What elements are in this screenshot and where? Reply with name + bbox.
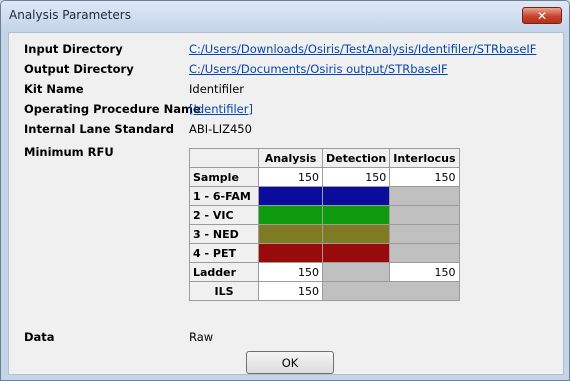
row-header-ladder: Ladder <box>189 262 259 282</box>
row-header-sample: Sample <box>189 167 259 187</box>
input-directory-label: Input Directory <box>24 42 123 56</box>
analysis-parameters-dialog: Analysis Parameters ✕ Input Directory C:… <box>0 0 570 381</box>
kit-name-label: Kit Name <box>24 82 84 96</box>
table-row-vic: 2 - VIC <box>189 205 460 225</box>
minimum-rfu-table: Analysis Detection Interlocus Sample 150… <box>189 148 460 301</box>
table-row-sample: Sample 150 150 150 <box>189 167 460 187</box>
operating-procedure-link[interactable]: [Identifiler] <box>189 102 253 116</box>
minimum-rfu-label: Minimum RFU <box>24 145 114 159</box>
close-button[interactable]: ✕ <box>522 7 562 24</box>
internal-lane-standard-label: Internal Lane Standard <box>24 122 175 136</box>
ned-detection-cell[interactable] <box>321 224 391 244</box>
ladder-interlocus-cell[interactable]: 150 <box>389 262 460 282</box>
vic-detection-cell[interactable] <box>321 205 391 225</box>
table-row-ladder: Ladder 150 150 <box>189 262 460 282</box>
table-row-ned: 3 - NED <box>189 224 460 244</box>
table-row-6-fam: 1 - 6-FAM <box>189 186 460 206</box>
vic-interlocus-cell <box>389 205 460 225</box>
column-header-analysis: Analysis <box>258 148 323 168</box>
output-directory-link[interactable]: C:/Users/Documents/Osiris output/STRbase… <box>189 62 448 76</box>
close-icon: ✕ <box>536 9 548 23</box>
ned-interlocus-cell <box>389 224 460 244</box>
column-header-interlocus: Interlocus <box>389 148 460 168</box>
sample-detection-cell[interactable]: 150 <box>321 167 391 187</box>
input-directory-link[interactable]: C:/Users/Downloads/Osiris/TestAnalysis/I… <box>189 42 536 56</box>
ils-analysis-cell[interactable]: 150 <box>258 281 323 301</box>
row-header-6-fam: 1 - 6-FAM <box>189 186 259 206</box>
vic-analysis-cell[interactable] <box>258 205 323 225</box>
title-bar[interactable]: Analysis Parameters ✕ <box>1 1 569 31</box>
internal-lane-standard-value: ABI-LIZ450 <box>189 122 252 136</box>
fam-detection-cell[interactable] <box>321 186 391 206</box>
column-header-detection: Detection <box>321 148 391 168</box>
operating-procedure-label: Operating Procedure Name <box>24 102 201 116</box>
table-header-row: Analysis Detection Interlocus <box>189 148 460 168</box>
output-directory-label: Output Directory <box>24 62 134 76</box>
table-row-ils: ILS 150 <box>189 281 460 301</box>
sample-analysis-cell[interactable]: 150 <box>258 167 323 187</box>
ladder-analysis-cell[interactable]: 150 <box>258 262 323 282</box>
data-value: Raw <box>189 330 214 344</box>
pet-interlocus-cell <box>389 243 460 263</box>
fam-analysis-cell[interactable] <box>258 186 323 206</box>
dialog-body: Input Directory C:/Users/Downloads/Osiri… <box>8 32 564 375</box>
pet-detection-cell[interactable] <box>321 243 391 263</box>
row-header-ned: 3 - NED <box>189 224 259 244</box>
data-label: Data <box>24 330 55 344</box>
row-header-vic: 2 - VIC <box>189 205 259 225</box>
pet-analysis-cell[interactable] <box>258 243 323 263</box>
sample-interlocus-cell[interactable]: 150 <box>389 167 460 187</box>
kit-name-value: Identifiler <box>189 82 245 96</box>
ladder-detection-cell <box>321 262 391 282</box>
ils-empty-cell <box>322 281 460 301</box>
ned-analysis-cell[interactable] <box>258 224 323 244</box>
table-corner <box>189 148 259 168</box>
table-row-pet: 4 - PET <box>189 243 460 263</box>
dialog-title: Analysis Parameters <box>9 8 131 22</box>
ok-button[interactable]: OK <box>246 351 334 374</box>
row-header-pet: 4 - PET <box>189 243 259 263</box>
fam-interlocus-cell <box>389 186 460 206</box>
row-header-ils: ILS <box>189 281 259 301</box>
